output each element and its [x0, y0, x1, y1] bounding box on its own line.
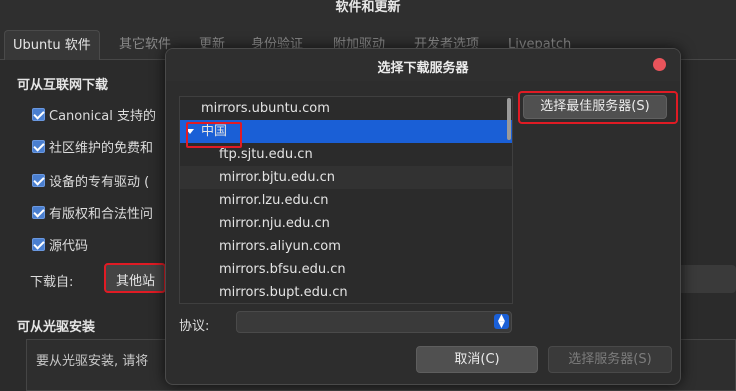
- check-label: 源代码: [49, 238, 89, 254]
- window-titlebar: 软件和更新: [0, 0, 736, 30]
- check-label: 设备的专有驱动 (: [49, 174, 150, 190]
- list-item[interactable]: ftp.sjtu.edu.cn: [180, 143, 512, 166]
- list-item[interactable]: mirror.nju.edu.cn: [180, 212, 512, 235]
- checkbox-checked-icon[interactable]: [32, 139, 45, 153]
- protocol-label: 协议:: [179, 319, 210, 334]
- server-label: mirrors.aliyun.com: [219, 239, 341, 254]
- check-label: 有版权和合法性问: [49, 206, 154, 222]
- internet-section-title: 可从互联网下载: [17, 78, 109, 93]
- tab-ubuntu-software[interactable]: Ubuntu 软件: [4, 30, 100, 60]
- select-best-server-button[interactable]: 选择最佳服务器(S): [523, 95, 667, 119]
- check-proprietary-drivers[interactable]: 设备的专有驱动 (: [32, 171, 150, 190]
- server-label: mirrors.ubuntu.com: [201, 101, 330, 116]
- list-item[interactable]: mirrors.ubuntu.com: [180, 97, 512, 120]
- list-item[interactable]: mirrors.bfsu.edu.cn: [180, 258, 512, 281]
- protocol-dropdown[interactable]: [236, 311, 512, 333]
- check-canonical[interactable]: Canonical 支持的: [32, 105, 156, 124]
- checkbox-checked-icon[interactable]: [32, 237, 45, 251]
- checkbox-checked-icon[interactable]: [32, 205, 45, 219]
- check-label: 社区维护的免费和: [49, 140, 154, 156]
- cancel-button[interactable]: 取消(C): [416, 346, 538, 373]
- cdrom-text: 要从光驱安装, 请将: [36, 354, 149, 369]
- server-label: mirrors.bupt.edu.cn: [219, 285, 348, 300]
- checkbox-checked-icon[interactable]: [32, 173, 45, 187]
- list-item[interactable]: mirror.bjtu.edu.cn: [180, 166, 512, 189]
- server-list[interactable]: mirrors.ubuntu.com 中国 ftp.sjtu.edu.cn mi…: [179, 96, 513, 304]
- checkbox-checked-icon[interactable]: [32, 107, 45, 121]
- server-label: ftp.sjtu.edu.cn: [219, 147, 313, 162]
- dialog-titlebar: 选择下载服务器: [166, 49, 680, 81]
- list-item[interactable]: mirror.lzu.edu.cn: [180, 189, 512, 212]
- choose-server-button[interactable]: 选择服务器(S): [548, 346, 672, 373]
- check-restricted[interactable]: 有版权和合法性问: [32, 203, 154, 222]
- dialog-title: 选择下载服务器: [377, 61, 469, 76]
- list-item[interactable]: mirrors.aliyun.com: [180, 235, 512, 258]
- list-scrollbar[interactable]: [507, 98, 511, 140]
- close-icon[interactable]: [653, 58, 666, 71]
- check-source-code[interactable]: 源代码: [32, 235, 89, 254]
- choose-server-dialog: 选择下载服务器 mirrors.ubuntu.com 中国 ftp.sjtu.e…: [165, 48, 681, 385]
- server-label: mirror.bjtu.edu.cn: [219, 170, 336, 185]
- server-label: mirrors.bfsu.edu.cn: [219, 262, 346, 277]
- server-label: mirror.lzu.edu.cn: [219, 193, 329, 208]
- download-server-dropdown[interactable]: 其他站: [104, 263, 166, 293]
- window-title: 软件和更新: [335, 0, 401, 15]
- check-community[interactable]: 社区维护的免费和: [32, 137, 154, 156]
- list-item-china[interactable]: 中国: [180, 120, 512, 148]
- check-label: Canonical 支持的: [49, 108, 156, 124]
- server-label: mirror.nju.edu.cn: [219, 216, 330, 231]
- list-item[interactable]: mirrors.bupt.edu.cn: [180, 281, 512, 303]
- cdrom-section-title: 可从光驱安装: [17, 320, 96, 335]
- download-from-label: 下载自:: [30, 275, 74, 290]
- up-down-arrows-icon[interactable]: ▲ ▼: [494, 314, 509, 330]
- tab-other-software[interactable]: 其它软件: [119, 30, 171, 60]
